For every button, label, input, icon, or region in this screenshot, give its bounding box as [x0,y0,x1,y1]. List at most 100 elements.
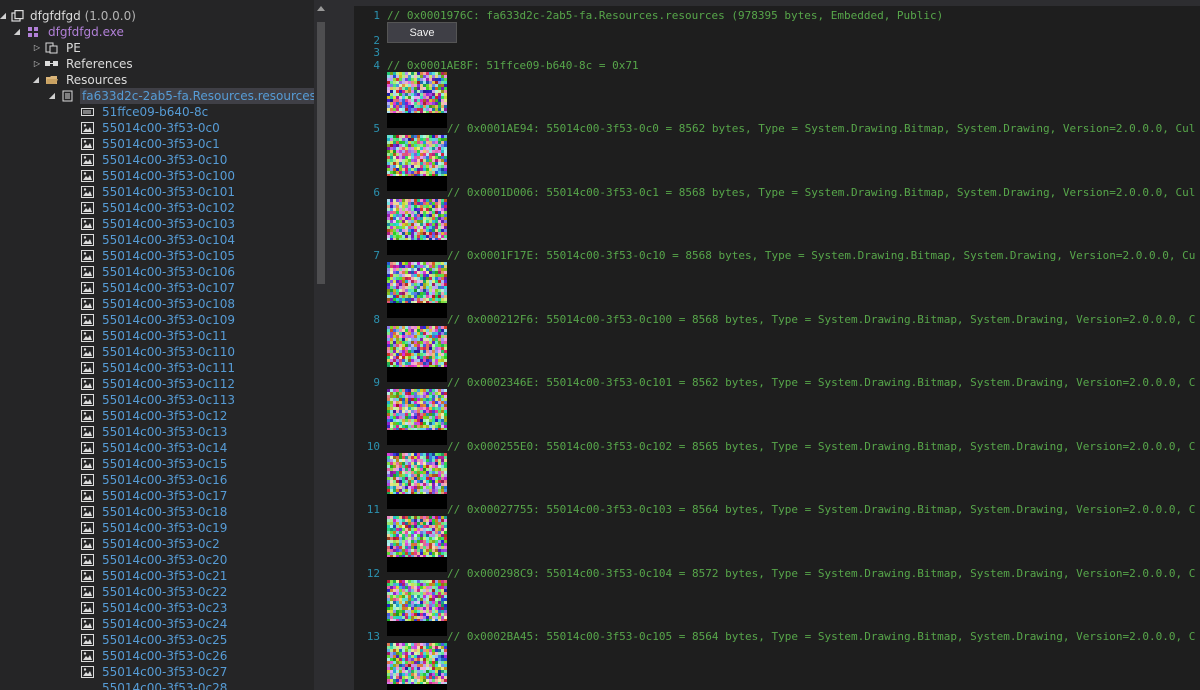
resource-item[interactable]: 55014c00-3f53-0c21 [0,568,314,584]
collapse-arrow-icon[interactable]: ◢ [31,72,41,88]
bitmap-preview-black-strip [387,176,447,191]
resource-item[interactable]: 55014c00-3f53-0c0 [0,120,314,136]
resource-item[interactable]: 55014c00-3f53-0c101 [0,184,314,200]
image-icon [81,586,94,598]
tree-exe-node[interactable]: ◢ dfgfdfgd.exe [0,24,314,40]
bitmap-preview-image [387,580,447,622]
resource-item-label: 55014c00-3f53-0c24 [102,617,228,631]
image-icon [81,314,94,326]
resource-item[interactable]: 55014c00-3f53-0c113 [0,392,314,408]
folder-icon [45,74,58,86]
bitmap-preview-image [387,453,447,495]
resource-item[interactable]: 55014c00-3f53-0c2 [0,536,314,552]
image-icon [81,426,94,438]
resource-item[interactable]: 55014c00-3f53-0c103 [0,216,314,232]
collapse-arrow-icon[interactable]: ◢ [0,8,8,24]
resource-item[interactable]: 55014c00-3f53-0c14 [0,440,314,456]
resource-item-label: 55014c00-3f53-0c15 [102,457,228,471]
image-icon [81,666,94,678]
resource-item[interactable]: 55014c00-3f53-0c20 [0,552,314,568]
image-icon [81,490,94,502]
collapse-arrow-icon[interactable]: ◢ [12,24,22,40]
pe-icon [45,42,58,54]
image-icon [81,474,94,486]
resource-item[interactable]: 55014c00-3f53-0c17 [0,488,314,504]
resource-file-label: fa633d2c-2ab5-fa.Resources.resources [80,88,314,104]
resource-item[interactable]: 55014c00-3f53-0c26 [0,648,314,664]
resource-item[interactable]: 55014c00-3f53-0c18 [0,504,314,520]
resource-item[interactable]: 55014c00-3f53-0c11 [0,328,314,344]
bitmap-preview-black-strip [387,430,447,445]
line-number: 1 [373,9,380,22]
bitmap-preview-image [387,326,447,368]
code-editor[interactable]: 1 // 0x0001976C: fa633d2c-2ab5-fa.Resourc… [354,0,1200,690]
save-button[interactable]: Save [387,22,457,43]
image-icon [81,250,94,262]
tree-pe-node[interactable]: ▷ PE [0,40,314,56]
resource-item[interactable]: 55014c00-3f53-0c109 [0,312,314,328]
bitmap-preview-black-strip [387,367,447,382]
resource-item-label: 55014c00-3f53-0c106 [102,265,235,279]
bitmap-preview-image [387,516,447,558]
code-comment-line: // 0x0002346E: 55014c00-3f53-0c101 = 856… [447,376,1196,389]
tree-root-node[interactable]: ◢ dfgfdfgd (1.0.0.0) [0,8,314,24]
resource-item-label: 55014c00-3f53-0c13 [102,425,228,439]
line-number: 3 [373,46,380,59]
resource-item[interactable]: 55014c00-3f53-0c24 [0,616,314,632]
resource-item[interactable]: 55014c00-3f53-0c27 [0,664,314,680]
editor-top-bar [354,0,1200,6]
resource-item[interactable]: 55014c00-3f53-0c111 [0,360,314,376]
resource-item[interactable]: 55014c00-3f53-0c12 [0,408,314,424]
resource-item[interactable]: 55014c00-3f53-0c108 [0,296,314,312]
line-number: 5 [373,122,380,135]
tree-scrollbar-thumb[interactable] [317,22,325,284]
image-icon [81,458,94,470]
resource-item-label: 55014c00-3f53-0c102 [102,201,235,215]
code-comment-line: // 0x0002BA45: 55014c00-3f53-0c105 = 856… [447,630,1196,643]
resource-item[interactable]: 55014c00-3f53-0c22 [0,584,314,600]
tree-resource-file-node[interactable]: ◢ fa633d2c-2ab5-fa.Resources.resources [0,88,314,104]
resource-item[interactable]: 55014c00-3f53-0c110 [0,344,314,360]
resource-item-label: 55014c00-3f53-0c110 [102,345,235,359]
resource-item[interactable]: 55014c00-3f53-0c13 [0,424,314,440]
resource-item[interactable]: 55014c00-3f53-0c106 [0,264,314,280]
resource-item[interactable]: 55014c00-3f53-0c105 [0,248,314,264]
resource-item-label: 55014c00-3f53-0c0 [102,121,220,135]
bitmap-preview-black-strip [387,113,447,128]
resource-item[interactable]: 55014c00-3f53-0c112 [0,376,314,392]
line-number: 6 [373,186,380,199]
bitmap-preview-black-strip [387,621,447,636]
tree-references-node[interactable]: ▷ References [0,56,314,72]
image-icon [81,538,94,550]
resource-item-label: 55014c00-3f53-0c17 [102,489,228,503]
resource-item[interactable]: 55014c00-3f53-0c15 [0,456,314,472]
resource-item[interactable]: 55014c00-3f53-0c1 [0,136,314,152]
image-icon [81,362,94,374]
editor-margin [328,0,354,690]
resource-item[interactable]: 55014c00-3f53-0c102 [0,200,314,216]
expand-arrow-icon[interactable]: ▷ [32,40,42,56]
image-icon [81,442,94,454]
image-icon [81,602,94,614]
bitmap-preview-image [387,135,447,177]
resource-item[interactable]: 55014c00-3f53-0c25 [0,632,314,648]
scroll-up-icon[interactable] [317,6,325,11]
resource-item[interactable]: 55014c00-3f53-0c23 [0,600,314,616]
resource-item[interactable]: 55014c00-3f53-0c107 [0,280,314,296]
collapse-arrow-icon[interactable]: ◢ [47,88,57,104]
resource-item[interactable]: 55014c00-3f53-0c100 [0,168,314,184]
resource-item-label: 55014c00-3f53-0c112 [102,377,235,391]
resource-item-label: 55014c00-3f53-0c100 [102,169,235,183]
code-comment-line: // 0x0001D006: 55014c00-3f53-0c1 = 8568 … [447,186,1196,199]
tree-resources-node[interactable]: ◢ Resources [0,72,314,88]
image-icon [81,330,94,342]
bitmap-preview-black-strip [387,557,447,572]
resource-item-label: 55014c00-3f53-0c14 [102,441,228,455]
code-comment-line: // 0x0001976C: fa633d2c-2ab5-fa.Resource… [387,9,944,22]
resource-item[interactable]: 55014c00-3f53-0c19 [0,520,314,536]
resource-item[interactable]: 55014c00-3f53-0c10 [0,152,314,168]
resource-item[interactable]: 51ffce09-b640-8c [0,104,314,120]
resource-item[interactable]: 55014c00-3f53-0c16 [0,472,314,488]
resource-item[interactable]: 55014c00-3f53-0c104 [0,232,314,248]
expand-arrow-icon[interactable]: ▷ [32,56,42,72]
